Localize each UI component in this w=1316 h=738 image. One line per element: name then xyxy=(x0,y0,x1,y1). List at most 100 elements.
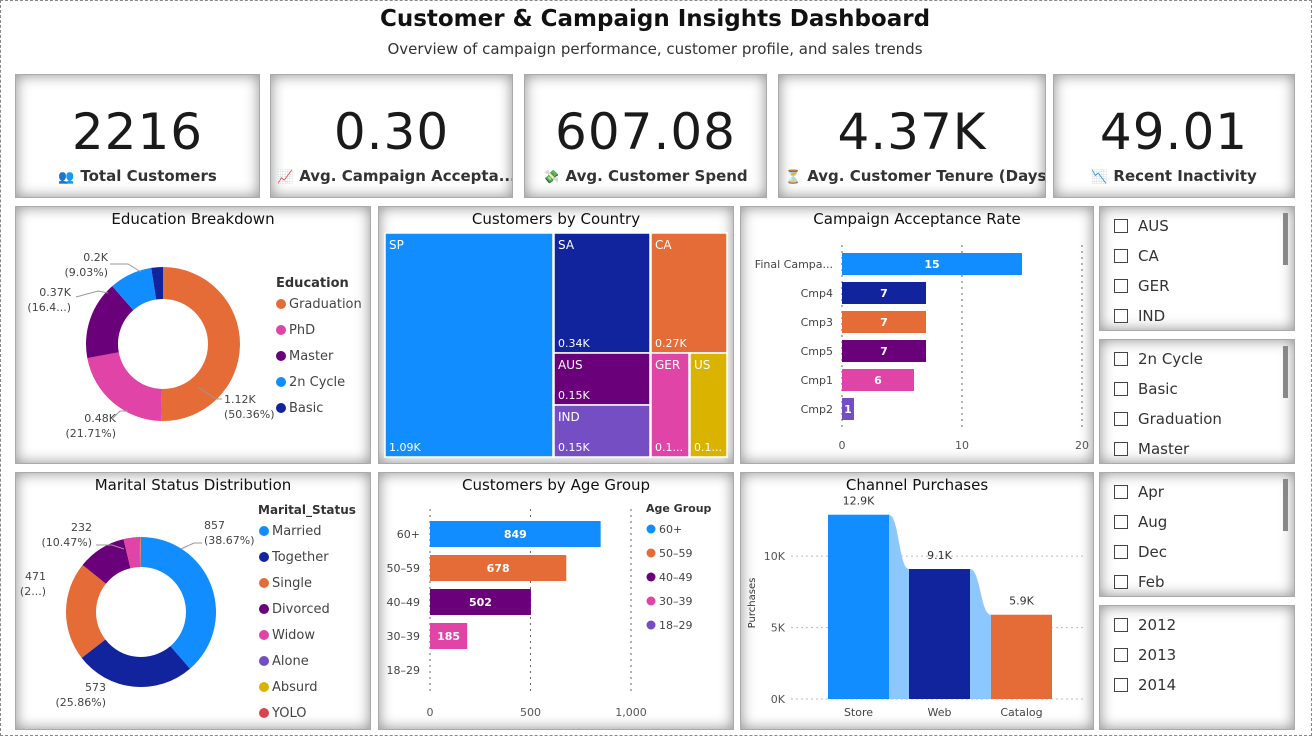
checkbox[interactable] xyxy=(1114,678,1128,692)
checkbox[interactable] xyxy=(1114,648,1128,662)
checkbox[interactable] xyxy=(1114,279,1128,293)
kpi-label-text: Avg. Campaign Accepta... xyxy=(299,167,512,185)
slicer-item[interactable]: 2n Cycle xyxy=(1114,350,1203,368)
slicer-item-label: Apr xyxy=(1138,483,1164,501)
slicer-item[interactable]: Graduation xyxy=(1114,410,1222,428)
legend-marker xyxy=(276,377,286,387)
month-slicer[interactable]: Apr Aug Dec Feb xyxy=(1099,472,1295,597)
slicer-item[interactable]: Feb xyxy=(1114,573,1165,591)
bar-value: 15 xyxy=(924,258,939,271)
legend-label: 2n Cycle xyxy=(289,375,345,390)
legend-label: PhD xyxy=(289,323,315,338)
slicer-item[interactable]: IND xyxy=(1114,307,1165,325)
legend-marker xyxy=(259,656,269,666)
checkbox[interactable] xyxy=(1114,382,1128,396)
legend-label: Basic xyxy=(289,401,323,416)
slicer-item[interactable]: Basic xyxy=(1114,380,1178,398)
checkbox[interactable] xyxy=(1114,309,1128,323)
education-slicer[interactable]: 2n Cycle Basic Graduation Master xyxy=(1099,339,1295,464)
kpi-label-text: Avg. Customer Tenure (Days) xyxy=(807,167,1045,185)
checkbox[interactable] xyxy=(1114,575,1128,589)
slicer-item[interactable]: Dec xyxy=(1114,543,1167,561)
slicer-item-label: Basic xyxy=(1138,380,1178,398)
category-label: 18–29 xyxy=(387,664,421,677)
scrollbar[interactable] xyxy=(1283,346,1288,398)
legend-marker xyxy=(276,299,286,309)
legend-title: Marital_Status xyxy=(258,503,356,518)
scrollbar[interactable] xyxy=(1283,213,1288,265)
treemap-value: 0.34K xyxy=(558,337,590,350)
slicer-item[interactable]: Apr xyxy=(1114,483,1164,501)
year-slicer[interactable]: 2012 2013 2014 xyxy=(1099,605,1295,730)
checkbox[interactable] xyxy=(1114,485,1128,499)
checkbox[interactable] xyxy=(1114,545,1128,559)
legend-label: Absurd xyxy=(272,680,318,695)
slicer-item[interactable]: GER xyxy=(1114,277,1170,295)
legend-label: Single xyxy=(272,576,312,591)
legend-label: Widow xyxy=(272,628,315,643)
data-label-pct: (2...) xyxy=(20,585,46,598)
slicer-item[interactable]: CA xyxy=(1114,247,1159,265)
slicer-item[interactable]: 2014 xyxy=(1114,676,1176,694)
treemap-value: 0.1... xyxy=(655,441,683,454)
category-label: Cmp3 xyxy=(801,316,833,329)
slicer-item-label: IND xyxy=(1138,307,1166,325)
treemap-category: AUS xyxy=(558,358,583,372)
country-panel: Customers by Country SP 1.09K SA 0.34K CA 0.2… xyxy=(378,206,734,464)
legend-marker xyxy=(259,708,269,718)
treemap-value: 0.15K xyxy=(558,441,590,454)
slicer-item-label: 2n Cycle xyxy=(1138,350,1203,368)
bar-value: 7 xyxy=(880,287,888,300)
legend-marker xyxy=(259,604,269,614)
treemap-category: IND xyxy=(558,410,580,424)
treemap-category: SA xyxy=(558,238,575,252)
checkbox[interactable] xyxy=(1114,618,1128,632)
category-label: Catalog xyxy=(1000,706,1042,719)
slicer-item[interactable]: AUS xyxy=(1114,217,1169,235)
legend-label: 18–29 xyxy=(659,619,693,632)
bar-value: 9.1K xyxy=(927,549,952,562)
country-slicer[interactable]: AUS CA GER IND xyxy=(1099,206,1295,331)
checkbox[interactable] xyxy=(1114,219,1128,233)
legend-label: 30–39 xyxy=(659,595,693,608)
legend-marker xyxy=(646,524,656,534)
kpi-value: 607.08 xyxy=(555,103,736,161)
ribbon xyxy=(889,514,909,699)
slicer-item[interactable]: 2013 xyxy=(1114,646,1176,664)
scrollbar[interactable] xyxy=(1283,479,1288,531)
slicer-item-label: Feb xyxy=(1138,573,1165,591)
checkbox[interactable] xyxy=(1114,442,1128,456)
legend-marker xyxy=(276,325,286,335)
education-donut-chart: Education Graduation PhD Master 2n Cycle Basi… xyxy=(27,251,361,440)
kpi-label-text: Recent Inactivity xyxy=(1113,167,1257,185)
legend-marker xyxy=(646,548,656,558)
slicer-item-label: Graduation xyxy=(1138,410,1222,428)
checkbox[interactable] xyxy=(1114,352,1128,366)
checkbox[interactable] xyxy=(1114,249,1128,263)
legend-marker xyxy=(276,351,286,361)
kpi-value: 0.30 xyxy=(333,103,450,161)
checkbox[interactable] xyxy=(1114,515,1128,529)
bar-value: 12.9K xyxy=(843,495,875,508)
slicer-item-label: Master xyxy=(1138,440,1190,458)
category-label: Cmp1 xyxy=(801,374,833,387)
slicer-item[interactable]: 2012 xyxy=(1114,616,1176,634)
tick-label: 0 xyxy=(839,439,846,452)
slicer-item[interactable]: Master xyxy=(1114,440,1189,458)
data-label-value: 232 xyxy=(71,521,92,534)
education-panel: Education Breakdown Education Graduation P… xyxy=(15,206,371,464)
legend-marker xyxy=(259,552,269,562)
slicer-item[interactable]: Aug xyxy=(1114,513,1167,531)
checkbox[interactable] xyxy=(1114,412,1128,426)
line-chart-icon: 📈 xyxy=(277,170,294,185)
slicer-item-label: 2014 xyxy=(1138,676,1177,694)
category-label: Cmp2 xyxy=(801,403,833,416)
bar xyxy=(909,569,970,699)
bar-value: 5.9K xyxy=(1009,595,1034,608)
kpi-label-text: Total Customers xyxy=(80,167,217,185)
legend-label: 40–49 xyxy=(659,571,693,584)
data-label-pct: (16.4...) xyxy=(27,301,71,314)
kpi-label: 📈 Avg. Campaign Accepta... xyxy=(271,167,512,185)
kpi-value: 49.01 xyxy=(1099,103,1249,161)
marital-panel: Marital Status Distribution Marital_Stat… xyxy=(15,472,371,730)
